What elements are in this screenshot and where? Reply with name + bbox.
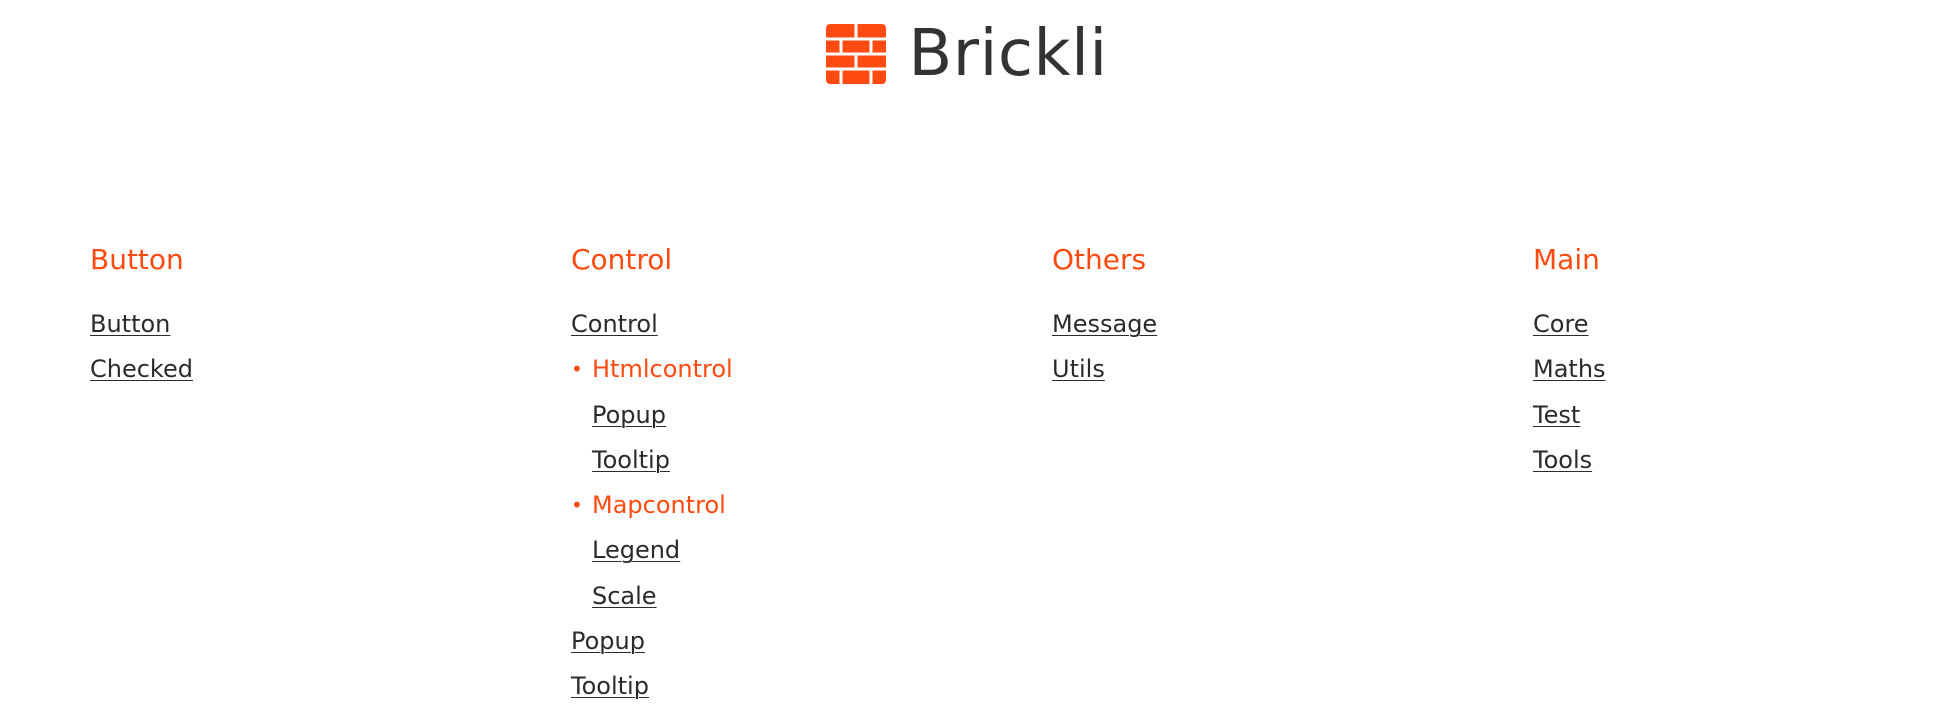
nav-link-tooltip[interactable]: Tooltip <box>592 446 670 474</box>
nav-link-popup[interactable]: Popup <box>571 627 645 655</box>
brand-name: Brickli <box>908 17 1108 91</box>
nav-link-popup[interactable]: Popup <box>592 401 666 429</box>
nav-item: Popup <box>571 400 1052 430</box>
nav-link-message[interactable]: Message <box>1052 310 1157 338</box>
nav-item: Core <box>1533 309 1934 339</box>
nav-link-checked[interactable]: Checked <box>90 355 193 383</box>
nav-item: Tooltip <box>571 671 1052 701</box>
nav-link-core[interactable]: Core <box>1533 310 1589 338</box>
nav-link-test[interactable]: Test <box>1533 401 1580 429</box>
nav-item: Tools <box>1533 445 1934 475</box>
category-column-others: Others Message Utils <box>1052 242 1533 717</box>
nav-item: Control <box>571 309 1052 339</box>
brand-logo[interactable]: Brickli <box>826 22 1107 86</box>
category-columns: Button Button Checked Control Control • Htmlco… <box>90 242 1934 717</box>
nav-link-control[interactable]: Control <box>571 310 658 338</box>
nav-item: Tooltip <box>571 445 1052 475</box>
nav-link-utils[interactable]: Utils <box>1052 355 1105 383</box>
column-title: Others <box>1052 243 1147 276</box>
nav-item: Popup <box>571 626 1052 656</box>
nav-link-legend[interactable]: Legend <box>592 536 680 564</box>
category-column-main: Main Core Maths Test Tools <box>1533 242 1934 717</box>
column-title: Button <box>90 243 184 276</box>
nav-link-tooltip[interactable]: Tooltip <box>571 672 649 700</box>
group-heading: • Mapcontrol <box>571 490 1052 520</box>
column-title: Main <box>1533 243 1600 276</box>
nav-item: Button <box>90 309 571 339</box>
nav-item: Legend <box>571 535 1052 565</box>
nav-link-scale[interactable]: Scale <box>592 582 657 610</box>
nav-item: Maths <box>1533 354 1934 384</box>
group-label: Htmlcontrol <box>592 355 733 384</box>
nav-item: Test <box>1533 400 1934 430</box>
nav-item: Scale <box>571 581 1052 611</box>
group-label: Mapcontrol <box>592 491 726 520</box>
nav-item: Checked <box>90 354 571 384</box>
site-header: Brickli <box>0 22 1934 86</box>
bullet-icon: • <box>571 357 583 382</box>
bullet-icon: • <box>571 493 583 518</box>
group-heading: • Htmlcontrol <box>571 354 1052 384</box>
nav-link-tools[interactable]: Tools <box>1533 446 1592 474</box>
nav-link-button[interactable]: Button <box>90 310 170 338</box>
nav-item: Utils <box>1052 354 1533 384</box>
nav-link-maths[interactable]: Maths <box>1533 355 1606 383</box>
nav-item: Message <box>1052 309 1533 339</box>
category-column-button: Button Button Checked <box>90 242 571 717</box>
category-column-control: Control Control • Htmlcontrol Popup Tooltip • M… <box>571 242 1052 717</box>
column-title: Control <box>571 243 673 276</box>
brick-wall-icon <box>826 24 887 84</box>
